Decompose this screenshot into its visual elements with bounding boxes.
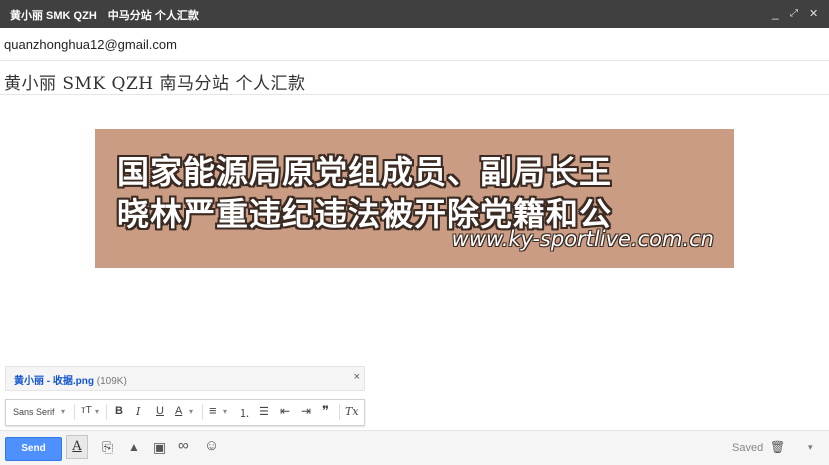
italic-button[interactable]: I [136,405,140,418]
numbered-list-icon[interactable]: ⒈ [239,405,250,421]
insert-link-icon[interactable]: ∞ [178,437,189,454]
toolbar-divider [202,404,203,420]
chevron-down-icon[interactable]: ▾ [95,407,99,416]
font-size-icon[interactable]: тT [81,405,92,416]
attachment-size: (109K) [96,376,127,387]
insert-photo-icon[interactable]: ▣ [153,439,166,456]
toolbar-divider [339,404,340,420]
compose-title-bar[interactable]: 黄小丽 SMK QZH 中马分站 个人汇款 _ ⤢ ✕ [0,0,829,28]
banner-url: www.ky-sportlive.com.cn [451,227,714,251]
popout-icon[interactable]: ⤢ [790,8,798,19]
formatting-toolbar: Sans Serif ▾ тT ▾ B I U A ▾ ≡ ▾ ⒈ ☰ ⇤ ⇥ … [5,399,365,426]
to-field[interactable]: quanzhonghua12@gmail.com [0,28,829,61]
underline-button[interactable]: U [156,405,164,417]
toolbar-divider [106,404,107,420]
close-icon[interactable]: ✕ [809,7,818,20]
subject-field[interactable]: 黄小丽 SMK QZH 南马分站 个人汇款 [0,61,829,95]
send-button[interactable]: Send [5,437,62,461]
google-drive-icon[interactable]: ▲ [128,440,140,454]
align-icon[interactable]: ≡ [209,403,217,418]
attachment-chip[interactable]: 黄小丽 - 收据.png (109K) × [5,366,365,391]
compose-bottom-bar: Send A ⎘ ▲ ▣ ∞ ☺ Saved 🗑 ▾ [0,430,829,465]
chevron-down-icon[interactable]: ▾ [61,407,65,416]
toolbar-divider [74,404,75,420]
inline-image-banner: 国家能源局原党组成员、副局长王 晓林严重违纪违法被开除党籍和公 www.ky-s… [95,129,734,268]
more-options-icon[interactable]: ▾ [808,442,813,453]
quote-icon[interactable]: ❞ [322,403,329,419]
indent-less-icon[interactable]: ⇤ [280,404,290,418]
saved-status: Saved [732,442,764,454]
bold-button[interactable]: B [115,405,123,417]
bulleted-list-icon[interactable]: ☰ [259,405,269,418]
chevron-down-icon[interactable]: ▾ [189,407,193,416]
compose-window-title: 黄小丽 SMK QZH 中马分站 个人汇款 [10,10,199,22]
formatting-options-toggle[interactable]: A [66,435,88,459]
recipient-address[interactable]: quanzhonghua12@gmail.com [4,37,177,52]
subject-text[interactable]: 黄小丽 SMK QZH 南马分站 个人汇款 [4,69,305,94]
minimize-icon[interactable]: _ [772,6,779,20]
remove-attachment-icon[interactable]: × [354,371,360,383]
attachment-name[interactable]: 黄小丽 - 收据.png (109K) [14,372,127,387]
emoji-icon[interactable]: ☺ [204,437,219,454]
font-family-select[interactable]: Sans Serif [13,407,55,417]
banner-headline-line1: 国家能源局原党组成员、副局长王 [117,153,613,191]
chevron-down-icon[interactable]: ▾ [223,407,227,416]
attach-file-icon[interactable]: ⎘ [102,439,113,456]
text-color-button[interactable]: A [175,405,182,417]
clear-formatting-icon[interactable]: Tx [345,405,359,418]
indent-more-icon[interactable]: ⇥ [301,404,311,418]
discard-draft-icon[interactable]: 🗑 [770,440,785,454]
